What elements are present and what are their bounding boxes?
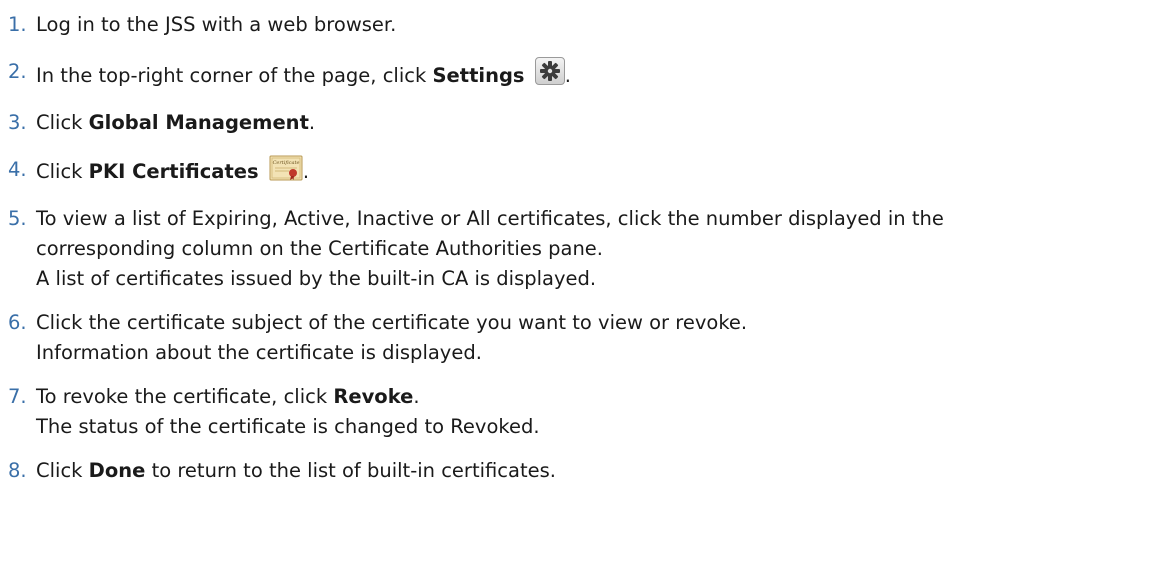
step-number: 3. [8, 111, 27, 134]
settings-label: Settings [432, 64, 525, 87]
step-text: Click PKI Certificates Certificate . [36, 155, 1157, 187]
step-2: 2. In the top-right corner of the page, … [8, 57, 1157, 91]
step-text: Click Global Management. [36, 111, 316, 134]
gear-icon [534, 57, 565, 85]
step-8: 8. Click Done to return to the list of b… [8, 456, 1157, 486]
step-number: 7. [8, 385, 27, 408]
step-result: The status of the certificate is changed… [36, 415, 540, 438]
step-7: 7. To revoke the certificate, click Revo… [8, 382, 1157, 442]
step-6: 6. Click the certificate subject of the … [8, 308, 1157, 368]
step-5: 5. To view a list of Expiring, Active, I… [8, 204, 1157, 294]
certificate-icon: Certificate [269, 155, 303, 181]
instruction-steps: 1. Log in to the JSS with a web browser.… [0, 0, 1157, 486]
step-text: Click the certificate subject of the cer… [36, 308, 1157, 368]
step-number: 2. [8, 60, 27, 83]
revoke-label: Revoke [333, 385, 414, 408]
step-number: 1. [8, 13, 27, 36]
step-number: 5. [8, 207, 27, 230]
step-number: 8. [8, 459, 27, 482]
step-4: 4. Click PKI Certificates Certificate . [8, 155, 1157, 187]
global-management-label: Global Management [88, 111, 309, 134]
step-1: 1. Log in to the JSS with a web browser. [8, 10, 1157, 40]
pki-certificates-label: PKI Certificates [88, 160, 259, 183]
step-text: Log in to the JSS with a web browser. [36, 13, 397, 36]
step-3: 3. Click Global Management. [8, 108, 1157, 138]
step-text: In the top-right corner of the page, cli… [36, 57, 1157, 91]
step-text: To revoke the certificate, click Revoke.… [36, 382, 1157, 442]
step-result: Information about the certificate is dis… [36, 341, 482, 364]
step-number: 6. [8, 311, 27, 334]
step-text: To view a list of Expiring, Active, Inac… [36, 204, 1157, 294]
step-text: Click Done to return to the list of buil… [36, 459, 556, 482]
step-result: A list of certificates issued by the bui… [36, 267, 597, 290]
done-label: Done [88, 459, 146, 482]
step-number: 4. [8, 158, 27, 181]
certificate-icon-label: Certificate [272, 160, 299, 166]
